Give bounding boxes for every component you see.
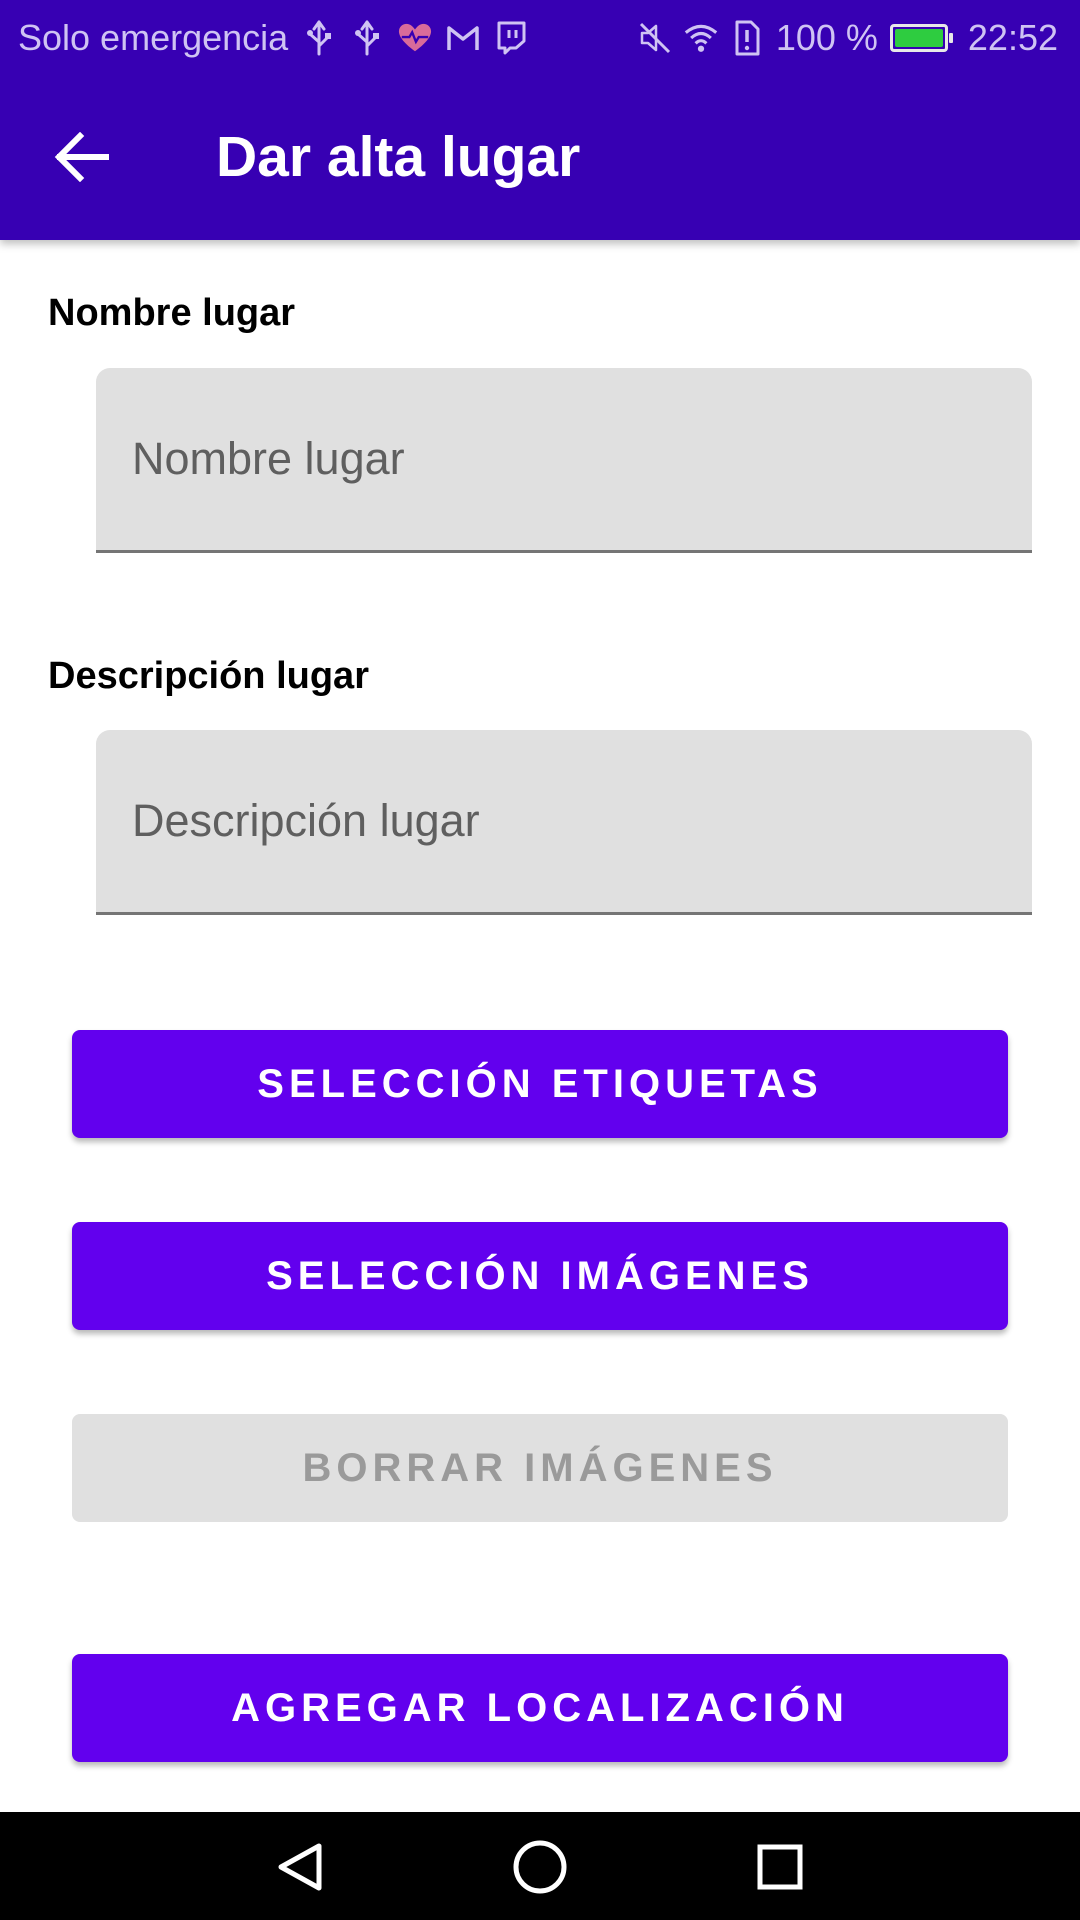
battery-percent-text: 100 % — [775, 16, 878, 58]
status-bar-left: Solo emergencia — [18, 0, 528, 75]
add-location-button[interactable]: AGREGAR LOCALIZACIÓN — [72, 1654, 1008, 1762]
mute-icon — [638, 18, 672, 58]
select-images-button[interactable]: SELECCIÓN IMÁGENES — [72, 1222, 1008, 1330]
sim-alert-icon — [730, 18, 764, 58]
description-field[interactable] — [96, 730, 1032, 915]
nav-back-button[interactable] — [265, 1832, 335, 1902]
carrier-text: Solo emergencia — [18, 16, 289, 58]
wifi-icon — [684, 18, 718, 58]
description-label: Descripción lugar — [48, 655, 369, 697]
select-tags-button[interactable]: SELECCIÓN ETIQUETAS — [72, 1030, 1008, 1138]
nav-home-button[interactable] — [505, 1832, 575, 1902]
system-nav-bar — [0, 1812, 1080, 1920]
clock-text: 22:52 — [967, 16, 1058, 58]
name-input[interactable] — [96, 368, 1032, 550]
twitch-icon — [494, 18, 528, 58]
back-button[interactable] — [40, 115, 124, 199]
arrow-back-icon — [54, 132, 109, 182]
usb-icon — [302, 18, 336, 58]
top-bar: Solo emergencia 100 % 22:52 Dar alta lug… — [0, 0, 1080, 240]
app-bar: Dar alta lugar — [0, 75, 1080, 240]
nav-recents-icon — [757, 1844, 803, 1890]
description-input[interactable] — [96, 730, 1032, 912]
nav-recents-button[interactable] — [745, 1832, 815, 1902]
status-bar: Solo emergencia 100 % 22:52 — [0, 0, 1080, 75]
status-bar-right: 100 % 22:52 — [638, 0, 1058, 75]
usb-icon — [350, 18, 384, 58]
name-field[interactable] — [96, 368, 1032, 553]
battery-fill — [894, 28, 943, 47]
page-title: Dar alta lugar — [216, 125, 581, 189]
battery-charging-icon — [889, 23, 953, 52]
nav-back-icon — [278, 1843, 322, 1891]
name-label: Nombre lugar — [48, 292, 296, 334]
gmail-icon — [446, 18, 480, 58]
nav-home-icon — [513, 1840, 567, 1894]
heart-pulse-icon — [398, 18, 432, 58]
delete-images-button[interactable]: BORRAR IMÁGENES — [72, 1414, 1008, 1522]
